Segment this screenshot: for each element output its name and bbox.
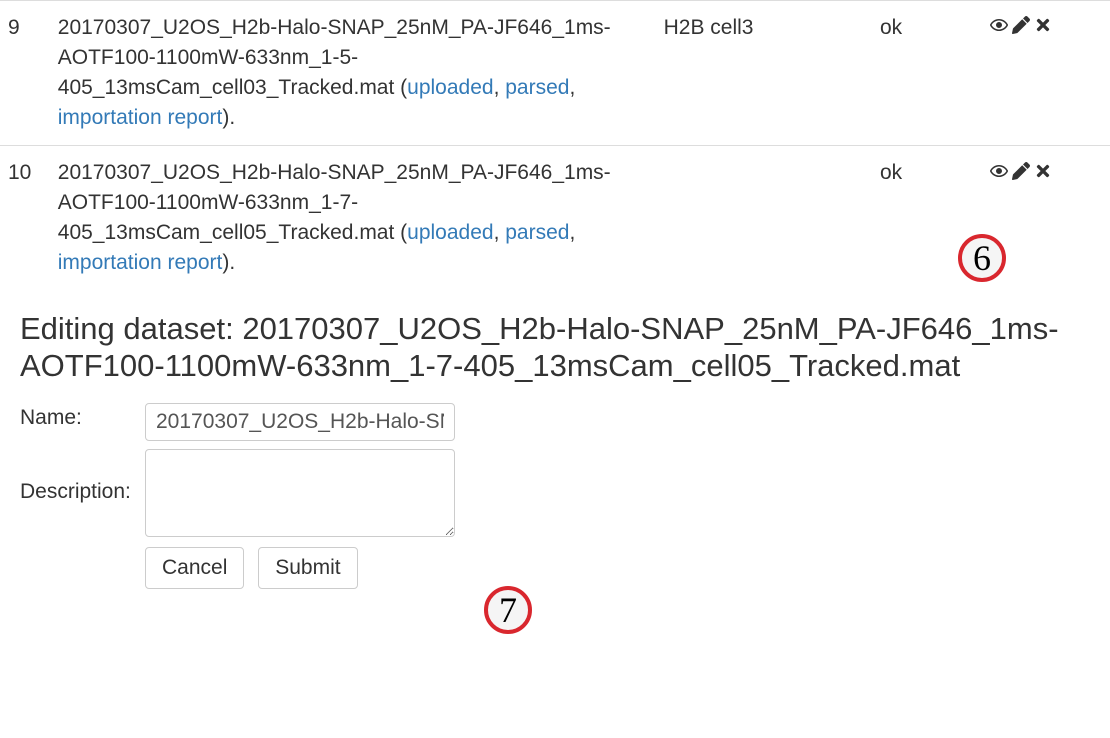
close-icon[interactable] [1034,13,1052,43]
row-cell: H2B cell3 [656,1,872,146]
close-icon[interactable] [1034,159,1052,189]
eye-icon[interactable] [990,13,1008,43]
name-input[interactable] [145,403,455,441]
uploaded-link[interactable]: uploaded [407,221,493,244]
description-label: Description: [20,477,145,507]
editing-heading-prefix: Editing dataset: [20,311,242,346]
row-actions [980,1,1110,146]
pencil-icon[interactable] [1012,13,1030,43]
row-index: 10 [0,146,50,291]
editing-heading: Editing dataset: 20170307_U2OS_H2b-Halo-… [20,310,1110,384]
pencil-icon[interactable] [1012,159,1030,189]
callout-7: 7 [484,586,532,634]
row-cell [656,146,872,291]
row-filename-cell: 20170307_U2OS_H2b-Halo-SNAP_25nM_PA-JF64… [50,1,656,146]
importation-report-link[interactable]: importation report [58,106,223,129]
description-input[interactable] [145,449,455,537]
uploaded-link[interactable]: uploaded [407,76,493,99]
dataset-table: 920170307_U2OS_H2b-Halo-SNAP_25nM_PA-JF6… [0,0,1110,290]
importation-report-link[interactable]: importation report [58,251,223,274]
table-row: 1020170307_U2OS_H2b-Halo-SNAP_25nM_PA-JF… [0,146,1110,291]
row-index: 9 [0,1,50,146]
table-row: 920170307_U2OS_H2b-Halo-SNAP_25nM_PA-JF6… [0,1,1110,146]
submit-button[interactable]: Submit [258,547,357,589]
parsed-link[interactable]: parsed [505,76,569,99]
eye-icon[interactable] [990,159,1008,189]
cancel-button[interactable]: Cancel [145,547,244,589]
row-filename-cell: 20170307_U2OS_H2b-Halo-SNAP_25nM_PA-JF64… [50,146,656,291]
parsed-link[interactable]: parsed [505,221,569,244]
row-status: ok [872,1,980,146]
name-label: Name: [20,403,145,433]
callout-6: 6 [958,234,1006,282]
